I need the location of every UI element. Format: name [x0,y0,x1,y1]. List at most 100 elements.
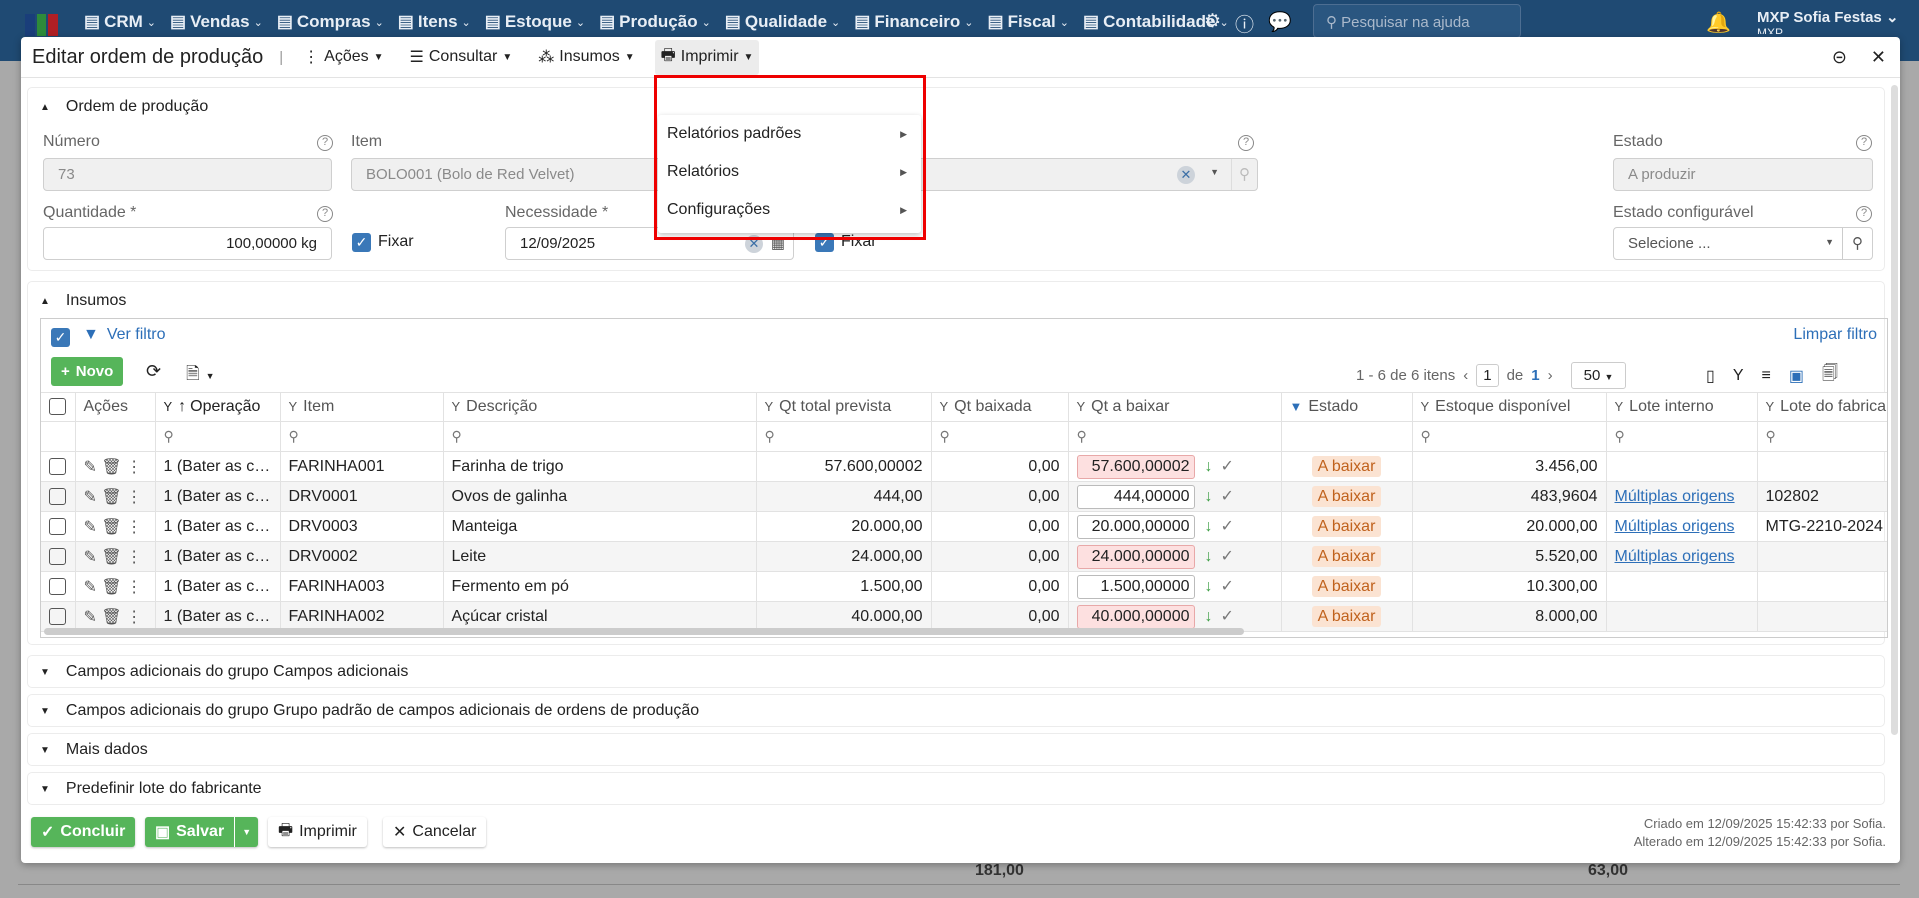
fix-date-checkbox[interactable]: ✓ [815,233,834,252]
search-icon[interactable]: ⚲ [1231,159,1257,190]
kebab-icon[interactable]: ⋮ [126,549,142,566]
chat-icon[interactable]: 💬 [1268,10,1292,37]
column-header[interactable]: Y ↑ Operação [155,392,281,422]
qty-to-write-off-input[interactable]: 57.600,00002 [1076,454,1195,479]
trash-icon[interactable]: 🗑 [101,459,126,476]
trash-icon[interactable]: 🗑 [101,549,126,566]
new-button[interactable]: + Novo [51,357,124,386]
section-toggle[interactable]: ▼ Mais dados [40,741,148,759]
nav-menu-fiscal[interactable]: ▤ Fiscal ⌄ [988,12,1069,32]
check-circle-icon[interactable]: ✓ [1221,488,1234,505]
save-layout-icon[interactable]: ▣ [1789,366,1804,386]
filter-icon[interactable]: Y [452,399,461,414]
filter-icon[interactable]: Y [1733,367,1744,385]
state-field[interactable]: A produzir [1613,158,1873,191]
filter-icon[interactable]: Y [765,399,774,414]
conclude-button[interactable]: ✓ Concluir [31,817,136,847]
column-header[interactable]: ▼ Estado [1281,392,1413,422]
check-circle-icon[interactable]: ✓ [1221,518,1234,535]
edit-icon[interactable]: ✎ [84,609,102,626]
arrow-down-icon[interactable]: ↓ [1205,518,1213,535]
save-options-dropdown[interactable]: ▼ [234,817,258,847]
arrow-down-icon[interactable]: ↓ [1205,458,1213,475]
consult-menu-button[interactable]: ☰ Consultar ▼ [404,43,519,71]
trash-icon[interactable]: 🗑 [101,519,126,536]
edit-icon[interactable]: ✎ [84,519,102,536]
column-header[interactable]: Y Qt baixada [931,392,1069,422]
nav-menu-compras[interactable]: ▤ Compras ⌄ [277,12,384,32]
kebab-icon[interactable]: ⋮ [126,459,142,476]
column-header[interactable]: Y Qt total prevista [756,392,932,422]
check-circle-icon[interactable]: ✓ [1221,458,1234,475]
section-toggle[interactable]: ▲ Ordem de produção [40,98,208,116]
nav-menu-produção[interactable]: ▤ Produção ⌄ [599,12,711,32]
column-header[interactable]: Y Qt a baixar [1068,392,1282,422]
next-page-icon[interactable]: › [1548,367,1553,384]
filter-icon[interactable]: Y [289,399,298,414]
nav-menu-vendas[interactable]: ▤ Vendas ⌄ [170,12,263,32]
print-button[interactable]: 🖶 Imprimir [268,817,367,847]
app-logo[interactable] [25,14,59,36]
column-filter-input[interactable]: ⚲ [931,421,1069,452]
check-circle-icon[interactable]: ✓ [1221,578,1234,595]
save-button[interactable]: ▣ Salvar ▼ [145,817,259,847]
multiple-origins-link[interactable]: Múltiplas origens [1615,548,1735,565]
column-header[interactable]: Y Item [280,392,444,422]
help-icon[interactable]: ? [1238,135,1254,151]
gear-icon[interactable]: ⚙ [1204,10,1221,37]
column-header[interactable]: YLote do fabricante [1757,392,1887,422]
filter-icon[interactable]: Y [940,399,949,414]
row-checkbox[interactable] [41,601,76,632]
column-header[interactable]: Y Descrição [443,392,757,422]
column-header[interactable]: Ações [75,392,156,422]
inputs-menu-button[interactable]: ⁂ Insumos ▼ [532,43,640,71]
column-filter-input[interactable]: ⚲ [280,421,444,452]
column-filter-input[interactable]: ⚲ [1606,421,1758,452]
select-all-checkbox[interactable] [41,392,76,422]
filter-icon[interactable]: Y [1615,399,1624,414]
multiple-origins-link[interactable]: Múltiplas origens [1615,518,1735,535]
row-checkbox[interactable] [41,541,76,572]
column-filter-input[interactable]: ⚲ [1068,421,1282,452]
kebab-icon[interactable]: ⋮ [126,489,142,506]
page-size-select[interactable]: 50 ▼ [1570,362,1627,389]
chevron-down-icon[interactable]: ▼ [1210,167,1219,177]
multiple-origins-link[interactable]: Múltiplas origens [1615,488,1735,505]
arrow-down-icon[interactable]: ↓ [1205,488,1213,505]
column-filter-input[interactable]: ⚲ [155,421,281,452]
qty-to-write-off-input[interactable]: 20.000,00000 [1076,514,1195,539]
row-checkbox[interactable] [41,451,76,482]
help-icon[interactable]: ⓘ [1235,10,1254,37]
cancel-button[interactable]: ✕ Cancelar [383,817,487,847]
calendar-icon[interactable]: ▦ [771,234,785,252]
nav-menu-crm[interactable]: ▤ CRM ⌄ [84,12,156,32]
filter-icon[interactable]: ▼ [1290,399,1303,414]
help-icon[interactable]: ? [317,206,333,222]
quantity-field[interactable]: 100,00000 kg [43,227,332,260]
column-filter-input[interactable]: ⚲ [1412,421,1607,452]
kebab-icon[interactable]: ⋮ [126,579,142,596]
help-icon[interactable]: ? [1856,135,1872,151]
fix-quantity-checkbox[interactable]: ✓ [352,233,371,252]
export-icon[interactable]: 🗎 ▼ [186,361,215,390]
actions-menu-button[interactable]: ⋮ Ações ▼ [297,43,389,71]
edit-icon[interactable]: ✎ [84,579,102,596]
arrow-down-icon[interactable]: ↓ [1205,548,1213,565]
edit-icon[interactable]: ✎ [84,489,102,506]
reset-layout-icon[interactable]: 🗐 [1822,362,1838,389]
print-menu-button[interactable]: 🖶 Imprimir ▼ [654,39,760,75]
columns-icon[interactable]: ▯ [1706,366,1715,386]
trash-icon[interactable]: 🗑 [101,579,126,596]
row-checkbox[interactable] [41,571,76,602]
menu-item-standard-reports[interactable]: Relatórios padrões ▶ [658,115,921,153]
trash-icon[interactable]: 🗑 [101,489,126,506]
show-filter-link[interactable]: ▼ Ver filtro [83,326,166,344]
select-all-filter-checkbox[interactable]: ✓ [51,328,70,347]
arrow-down-icon[interactable]: ↓ [1205,578,1213,595]
check-circle-icon[interactable]: ✓ [1221,548,1234,565]
nav-menu-qualidade[interactable]: ▤ Qualidade ⌄ [725,12,840,32]
menu-item-reports[interactable]: Relatórios ▶ [658,153,921,191]
link-icon[interactable]: ⊝ [1832,47,1847,68]
clear-filter-link[interactable]: Limpar filtro [1793,326,1877,344]
number-field[interactable]: 73 [43,158,332,191]
